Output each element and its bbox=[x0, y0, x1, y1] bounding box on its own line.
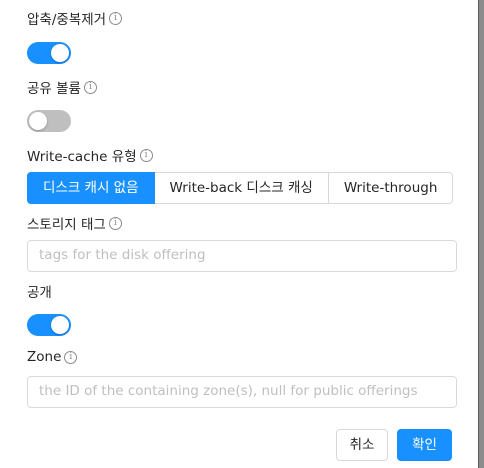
info-icon[interactable]: i bbox=[83, 80, 97, 94]
shared-volume-label-row: 공유 볼륨 i bbox=[27, 77, 97, 97]
info-icon[interactable]: i bbox=[139, 148, 153, 162]
storage-tags-label-row: 스토리지 태그 i bbox=[27, 213, 122, 233]
dedup-label: 압축/중복제거 bbox=[27, 12, 107, 28]
info-icon[interactable]: i bbox=[109, 11, 123, 25]
write-cache-label: Write-cache 유형 bbox=[27, 149, 137, 165]
dedup-label-row: 압축/중복제거 i bbox=[27, 8, 123, 28]
toggle-knob bbox=[51, 44, 69, 62]
zone-input[interactable] bbox=[28, 377, 439, 405]
dialog-body: 압축/중복제거 i 공유 볼륨 i Write-cache 유형 i 디스크 캐… bbox=[0, 0, 478, 468]
info-icon[interactable]: i bbox=[108, 216, 122, 230]
write-cache-radio-group: 디스크 캐시 없음 Write-back 디스크 캐싱 Write-throug… bbox=[27, 172, 454, 204]
toggle-knob bbox=[29, 112, 47, 130]
write-cache-label-row: Write-cache 유형 i bbox=[27, 145, 153, 165]
zone-field bbox=[27, 376, 457, 408]
public-label-row: 공개 bbox=[27, 281, 52, 301]
write-cache-option-writeback[interactable]: Write-back 디스크 캐싱 bbox=[153, 172, 329, 204]
toggle-knob bbox=[51, 316, 69, 334]
shared-volume-label: 공유 볼륨 bbox=[27, 81, 81, 97]
public-toggle[interactable] bbox=[27, 314, 71, 336]
dedup-toggle[interactable] bbox=[27, 42, 71, 64]
panel-border bbox=[478, 0, 479, 468]
zone-label: Zone bbox=[27, 349, 62, 365]
ok-button[interactable]: 확인 bbox=[397, 429, 452, 461]
cancel-button[interactable]: 취소 bbox=[336, 429, 388, 461]
write-cache-option-writethrough[interactable]: Write-through bbox=[327, 172, 454, 204]
storage-tags-label: 스토리지 태그 bbox=[27, 217, 106, 233]
storage-tags-field bbox=[27, 240, 457, 272]
info-icon[interactable]: i bbox=[64, 350, 78, 364]
zone-label-row: Zone i bbox=[27, 349, 78, 365]
write-cache-option-none[interactable]: 디스크 캐시 없음 bbox=[27, 172, 155, 204]
storage-tags-input[interactable] bbox=[28, 241, 439, 269]
public-label: 공개 bbox=[27, 285, 52, 301]
shared-volume-toggle[interactable] bbox=[27, 110, 71, 132]
